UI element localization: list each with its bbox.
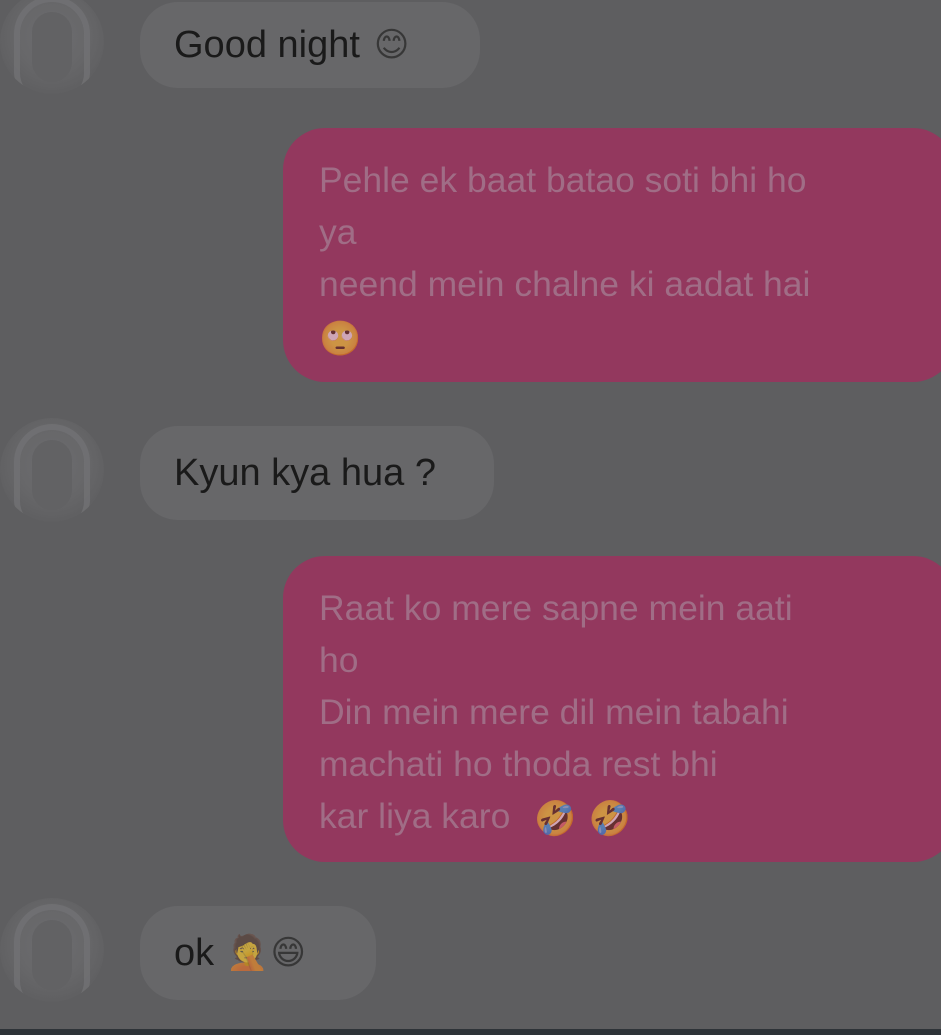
facepalm-emoji: 🤦 [226, 934, 269, 972]
message-line: Din mein mere dil mein tabahi [319, 692, 789, 732]
smiling-face-emoji: 😊 [373, 26, 410, 64]
message-line: Raat ko mere sapne mein aati [319, 588, 793, 628]
message-text: kar liya karo [319, 796, 511, 836]
contact-avatar[interactable] [0, 0, 104, 94]
message-text: Kyun kya hua ? [174, 452, 436, 494]
message-line: ho [319, 640, 359, 680]
bottom-edge-bar [0, 1029, 941, 1035]
eye-roll-emoji: 🙄 [319, 319, 362, 358]
message-text: Good night [174, 24, 360, 66]
incoming-message-bubble[interactable]: Good night 😊 [140, 2, 480, 88]
contact-avatar[interactable] [0, 898, 104, 1002]
message-line: neend mein chalne ki aadat hai [319, 264, 811, 304]
avatar-face-shape [32, 12, 72, 82]
avatar-face-shape [32, 440, 72, 510]
rolling-laughing-emoji: 🤣 [534, 799, 577, 838]
message-line: machati ho thoda rest bhi [319, 744, 718, 784]
outgoing-message-bubble[interactable]: Pehle ek baat batao soti bhi ho ya neend… [283, 128, 941, 382]
message-text: ok [174, 932, 215, 974]
message-line: kar liya karo 🤣 🤣 [319, 790, 935, 842]
contact-avatar[interactable] [0, 418, 104, 522]
chat-thread: Good night 😊 Pehle ek baat batao soti bh… [0, 0, 941, 1030]
rolling-laughing-emoji: 🤣 [588, 799, 631, 838]
grinning-face-emoji: 😄 [270, 934, 306, 972]
message-line: ya [319, 212, 357, 252]
incoming-message-bubble[interactable]: ok 🤦 😄 [140, 906, 376, 1000]
message-line: Pehle ek baat batao soti bhi ho [319, 160, 807, 200]
message-line: 🙄 [319, 310, 935, 362]
outgoing-message-bubble[interactable]: Raat ko mere sapne mein aati ho Din mein… [283, 556, 941, 862]
avatar-face-shape [32, 920, 72, 990]
incoming-message-bubble[interactable]: Kyun kya hua ? [140, 426, 494, 520]
